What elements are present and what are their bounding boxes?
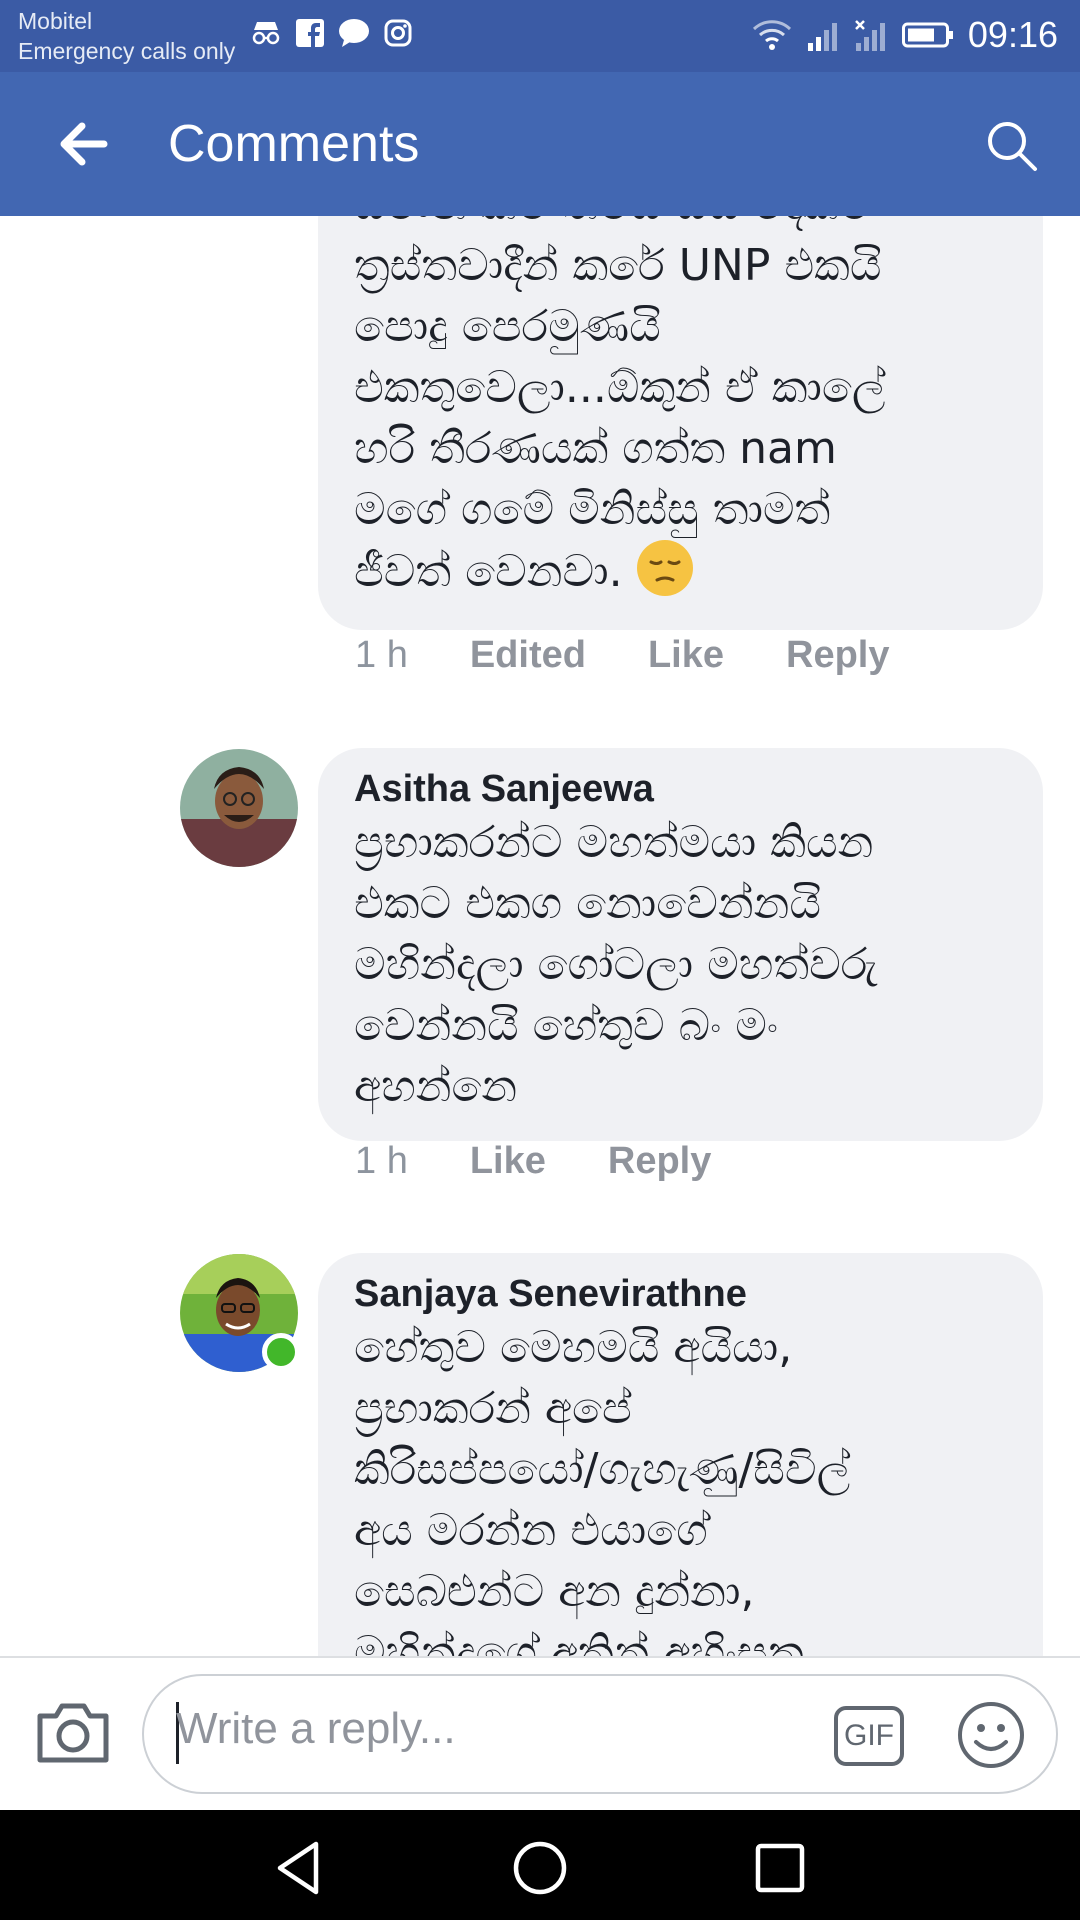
status-bar: Mobitel Emergency calls only 09:16 bbox=[0, 0, 1080, 72]
comment-time: 1 h bbox=[355, 1140, 408, 1182]
camera-icon[interactable] bbox=[36, 1698, 110, 1764]
comment-meta: 1 h Edited Like Reply bbox=[355, 634, 951, 677]
like-button[interactable]: Like bbox=[470, 1140, 546, 1183]
comment-author[interactable]: Asitha Sanjeewa bbox=[354, 766, 1007, 812]
app-bar: Comments bbox=[0, 72, 1080, 216]
page-title: Comments bbox=[168, 115, 420, 173]
disappointed-face-icon bbox=[636, 540, 693, 596]
comment-meta: 1 h Like Reply bbox=[355, 1140, 773, 1183]
gif-button[interactable]: GIF bbox=[834, 1706, 904, 1766]
instagram-icon bbox=[384, 19, 412, 47]
notification-icons bbox=[250, 18, 412, 48]
search-icon[interactable] bbox=[984, 118, 1040, 174]
like-button[interactable]: Like bbox=[648, 634, 724, 677]
comment-bubble: සමාන කම තමයි ඔය දෙකම ත්‍රස්තවාදීන් කරේ U… bbox=[318, 216, 1043, 630]
reply-button[interactable]: Reply bbox=[608, 1140, 711, 1183]
comment-bubble: Sanjaya Senevirathne හේතුව මෙහමයි අයියා,… bbox=[318, 1253, 1043, 1656]
reply-button[interactable]: Reply bbox=[786, 634, 889, 677]
incognito-icon bbox=[252, 22, 280, 45]
comment-time: 1 h bbox=[355, 634, 408, 676]
comment-list[interactable]: සමාන කම තමයි ඔය දෙකම ත්‍රස්තවාදීන් කරේ U… bbox=[0, 216, 1080, 1656]
carrier-info: Mobitel Emergency calls only bbox=[18, 6, 235, 66]
edited-link[interactable]: Edited bbox=[470, 634, 586, 677]
battery-icon bbox=[901, 22, 953, 48]
reply-placeholder: Write a reply... bbox=[176, 1704, 456, 1753]
comment-text: ප්‍රභාකරන්ට මහත්මයා කියන එකට එකග නොවෙන්න… bbox=[354, 817, 878, 1112]
carrier-name: Mobitel bbox=[18, 8, 93, 34]
recents-nav-icon[interactable] bbox=[750, 1838, 810, 1898]
signal-no-sim-icon bbox=[855, 20, 885, 51]
avatar[interactable] bbox=[180, 749, 298, 867]
comment-author[interactable]: Sanjaya Senevirathne bbox=[354, 1271, 1007, 1317]
wifi-icon bbox=[752, 20, 791, 50]
navigation-bar bbox=[0, 1810, 1080, 1920]
arrow-left-icon[interactable] bbox=[52, 112, 116, 176]
comment-text: සමාන කම තමයි ඔය දෙකම ත්‍රස්තවාදීන් කරේ U… bbox=[354, 216, 1007, 602]
signal-icon bbox=[807, 23, 837, 51]
system-icons: 09:16 bbox=[752, 14, 1058, 56]
home-nav-icon[interactable] bbox=[510, 1838, 570, 1898]
messenger-icon bbox=[339, 19, 369, 47]
smiley-icon[interactable] bbox=[956, 1700, 1026, 1770]
clock: 09:16 bbox=[967, 14, 1058, 55]
online-status-indicator bbox=[262, 1333, 300, 1371]
emergency-text: Emergency calls only bbox=[18, 38, 236, 64]
facebook-icon bbox=[296, 19, 324, 47]
back-nav-icon[interactable] bbox=[270, 1838, 330, 1898]
comment-text-body: සමාන කම තමයි ඔය දෙකම ත්‍රස්තවාදීන් කරේ U… bbox=[354, 216, 886, 597]
reply-input[interactable]: Write a reply... GIF bbox=[142, 1674, 1058, 1794]
comment-bubble: Asitha Sanjeewa ප්‍රභාකරන්ට මහත්මයා කියන… bbox=[318, 748, 1043, 1141]
comment-text: හේතුව මෙහමයි අයියා, ප්‍රභාකරන් අපේ කිරිස… bbox=[354, 1322, 851, 1656]
reply-composer: Write a reply... GIF bbox=[0, 1656, 1080, 1812]
